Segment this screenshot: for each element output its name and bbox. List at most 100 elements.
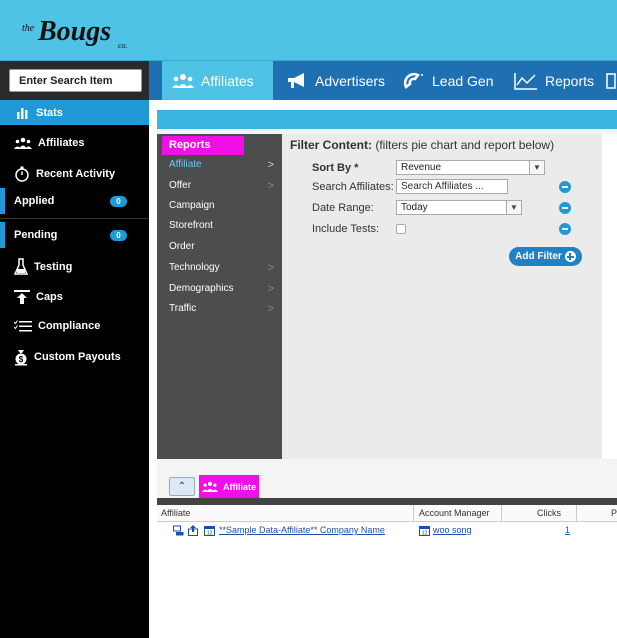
sidebar-item-caps[interactable]: Caps (0, 285, 149, 309)
app-root: the Bougs co. Affiliates Advertisers (0, 0, 617, 638)
reports-menu: Reports Affiliate > Offer > Campaign Store… (157, 134, 282, 459)
table-row: 12 **Sample Data-Affiliate** Company Nam… (157, 522, 617, 540)
clicks-link[interactable]: 1 (565, 525, 570, 535)
column-header-clicks[interactable]: Clicks (537, 505, 561, 522)
chevron-down-icon: ▼ (506, 201, 521, 214)
bougs-logo[interactable]: the Bougs co. (20, 6, 140, 54)
remove-filter-search-icon[interactable] (559, 181, 571, 193)
nav-tab-more-partial[interactable] (606, 61, 616, 100)
search-area (0, 61, 149, 100)
line-chart-icon (514, 72, 537, 90)
remove-filter-tests-icon[interactable] (559, 223, 571, 235)
pending-count-badge: 0 (110, 229, 127, 241)
remove-filter-date-icon[interactable] (559, 202, 571, 214)
reports-menu-item-affiliate[interactable]: Affiliate > (169, 155, 277, 175)
search-affiliates-input[interactable]: Search Affiliates ... (396, 179, 508, 194)
svg-text:12: 12 (422, 531, 428, 537)
reports-menu-item-campaign[interactable]: Campaign (169, 196, 277, 216)
reports-menu-item-offer[interactable]: Offer > (169, 176, 277, 196)
account-manager-link[interactable]: woo song (433, 525, 472, 535)
logo-mark: the Bougs co. (22, 16, 128, 50)
svg-text:12: 12 (207, 531, 213, 537)
nav-tab-label: Lead Gen (432, 72, 494, 89)
reports-menu-item-technology[interactable]: Technology > (169, 258, 277, 278)
add-filter-button[interactable]: Add Filter (509, 247, 582, 266)
column-header-account-manager[interactable]: Account Manager (419, 505, 490, 522)
global-search-input[interactable] (9, 69, 142, 92)
people-icon (201, 481, 218, 492)
reports-menu-item-order[interactable]: Order (169, 237, 277, 257)
nav-tab-label: Advertisers (315, 72, 386, 89)
main-content: Reports Affiliate > Offer > Campaign Store… (149, 100, 617, 638)
chevron-right-icon: > (267, 262, 274, 274)
include-tests-checkbox[interactable] (396, 224, 406, 234)
double-chevron-up-icon: ⌃ (177, 481, 187, 492)
nav-tab-advertisers[interactable]: Advertisers (276, 61, 395, 100)
sidebar-item-recent-activity[interactable]: Recent Activity (0, 163, 149, 185)
sidebar-item-testing[interactable]: Testing (0, 255, 149, 279)
sidebar-item-label: Applied (14, 195, 55, 207)
reports-menu-item-label: Offer (169, 180, 192, 191)
filter-heading-bold: Filter Content: (290, 138, 372, 152)
sidebar-item-label: Caps (36, 291, 63, 303)
reports-menu-item-demographics[interactable]: Demographics > (169, 279, 277, 299)
column-divider (501, 505, 502, 522)
svg-text:$: $ (19, 355, 24, 364)
sidebar-item-pending[interactable]: Pending 0 (0, 222, 149, 248)
checklist-icon (14, 320, 32, 332)
collapse-button[interactable]: ⌃ (169, 477, 195, 496)
chevron-right-icon: > (267, 303, 274, 315)
reports-menu-item-traffic[interactable]: Traffic > (169, 299, 277, 319)
results-tab-affiliate[interactable]: Affiliate (199, 475, 259, 498)
column-divider (576, 505, 577, 522)
nav-tab-reports[interactable]: Reports (504, 61, 604, 100)
reports-menu-item-storefront[interactable]: Storefront (169, 216, 277, 236)
search-affiliates-placeholder: Search Affiliates ... (401, 181, 484, 192)
magnet-icon (403, 72, 423, 89)
date-range-select[interactable]: Today ▼ (396, 200, 522, 215)
bar-chart-icon (17, 108, 28, 119)
affiliate-name-link[interactable]: **Sample Data-Affiliate** Company Name (219, 525, 385, 535)
chevron-right-icon: > (267, 159, 274, 171)
sidebar-item-label: Affiliates (38, 137, 85, 149)
left-sidebar: Stats Affiliates Recent Activity Applied… (0, 100, 149, 638)
cap-arrow-icon (14, 290, 30, 304)
table-header: Affiliate Account Manager Clicks P (157, 505, 617, 522)
reports-menu-item-label: Technology (169, 262, 220, 273)
top-header: the Bougs co. (0, 0, 617, 61)
login-as-icon[interactable] (173, 525, 184, 536)
include-tests-label: Include Tests: (312, 223, 380, 235)
date-range-value: Today (401, 202, 428, 213)
column-header-affiliate[interactable]: Affiliate (161, 505, 190, 522)
sidebar-item-label: Stats (36, 106, 63, 119)
svg-text:co.: co. (118, 41, 128, 50)
sidebar-item-stats[interactable]: Stats (0, 100, 149, 125)
sidebar-item-label: Compliance (38, 320, 101, 332)
nav-tab-affiliates[interactable]: Affiliates (162, 61, 273, 100)
megaphone-icon (288, 72, 304, 88)
sort-by-label: Sort By * (312, 162, 359, 174)
calendar-icon[interactable]: 12 (419, 525, 430, 536)
column-header-p[interactable]: P (611, 505, 617, 522)
date-range-label: Date Range: (312, 202, 374, 214)
filter-heading: Filter Content: (filters pie chart and r… (290, 138, 554, 152)
reports-menu-title: Reports (162, 136, 244, 155)
export-icon[interactable] (188, 525, 199, 536)
sidebar-item-compliance[interactable]: Compliance (0, 316, 149, 336)
sidebar-item-applied[interactable]: Applied 0 (0, 188, 149, 214)
chevron-down-icon: ▼ (529, 161, 544, 174)
sort-by-value: Revenue (401, 162, 442, 173)
sidebar-item-label: Testing (34, 261, 73, 273)
nav-tab-lead-gen[interactable]: Lead Gen (393, 61, 504, 100)
sidebar-divider (0, 218, 149, 219)
sort-by-select[interactable]: Revenue ▼ (396, 160, 545, 175)
sidebar-item-custom-payouts[interactable]: $ Custom Payouts (0, 346, 149, 368)
sidebar-item-affiliates[interactable]: Affiliates (0, 133, 149, 153)
calendar-icon[interactable]: 12 (204, 525, 215, 536)
report-header-band (157, 110, 617, 129)
filter-panel: Filter Content: (filters pie chart and r… (282, 134, 602, 459)
document-icon (606, 72, 616, 89)
filter-heading-note: (filters pie chart and report below) (372, 138, 555, 152)
applied-count-badge: 0 (110, 195, 127, 207)
results-tab-label: Affiliate (222, 481, 256, 492)
